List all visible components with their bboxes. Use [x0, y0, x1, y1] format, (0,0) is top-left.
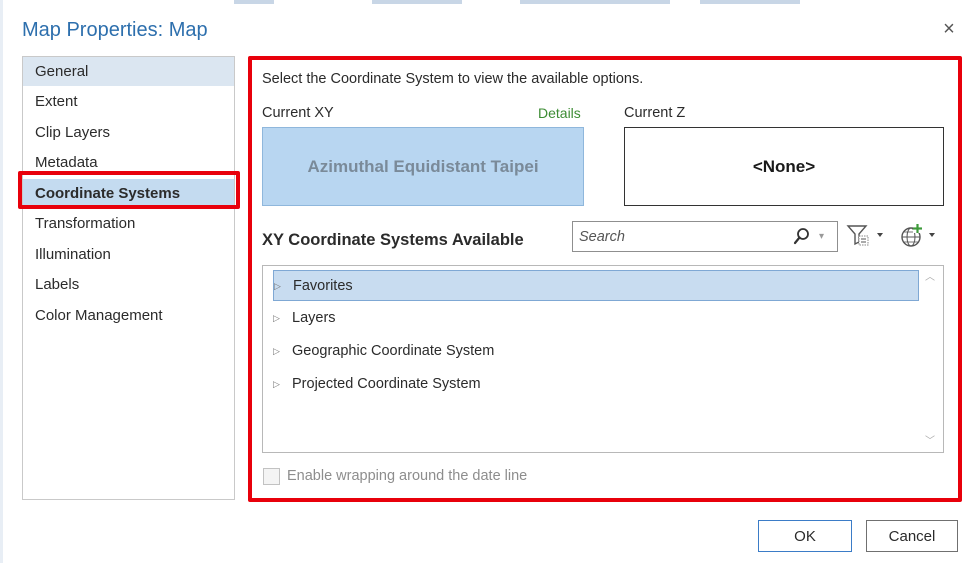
current-z-value: <None>	[752, 156, 816, 176]
nav-item-coordinate-systems[interactable]: Coordinate Systems	[23, 179, 234, 208]
tree-item-label: Layers	[292, 310, 336, 326]
nav-item-transformation[interactable]: Transformation	[23, 209, 234, 238]
filter-button[interactable]	[846, 222, 888, 250]
background-fragment	[234, 0, 274, 4]
nav-list: General Extent Clip Layers Metadata Coor…	[22, 56, 235, 500]
nav-item-clip-layers[interactable]: Clip Layers	[23, 118, 234, 147]
current-z-label: Current Z	[624, 105, 686, 121]
tree-item-projected[interactable]: ▷ Projected Coordinate System	[273, 369, 919, 400]
background-fragment	[700, 0, 800, 4]
wrap-dateline-label: Enable wrapping around the date line	[287, 468, 528, 484]
filter-icon	[846, 225, 883, 246]
nav-item-extent[interactable]: Extent	[23, 87, 234, 116]
background-fragment	[520, 0, 670, 4]
tree-item-label: Geographic Coordinate System	[292, 343, 495, 359]
expand-icon[interactable]: ▷	[273, 369, 285, 399]
current-xy-box[interactable]: Azimuthal Equidistant Taipei	[262, 127, 584, 206]
available-systems-title: XY Coordinate Systems Available	[262, 231, 524, 249]
expand-icon[interactable]: ▷	[273, 303, 285, 333]
panel-hint: Select the Coordinate System to view the…	[262, 71, 644, 87]
tree-item-layers[interactable]: ▷ Layers	[273, 303, 919, 334]
current-z-box[interactable]: <None>	[624, 127, 944, 206]
tree-item-favorites[interactable]: ▷ Favorites	[273, 270, 919, 301]
details-link[interactable]: Details	[538, 105, 581, 121]
close-icon: ×	[943, 18, 955, 40]
current-xy-value: Azimuthal Equidistant Taipei	[307, 156, 539, 176]
nav-item-labels[interactable]: Labels	[23, 270, 234, 299]
globe-add-icon	[901, 224, 935, 247]
wrap-dateline-checkbox[interactable]	[263, 468, 280, 485]
tree-item-geographic[interactable]: ▷ Geographic Coordinate System	[273, 336, 919, 367]
nav-item-illumination[interactable]: Illumination	[23, 240, 234, 269]
search-dropdown-icon[interactable]: ▾	[819, 231, 824, 242]
dialog-title: Map Properties: Map	[22, 19, 208, 41]
current-xy-label: Current XY	[262, 105, 334, 121]
scroll-up-arrow[interactable]: ︿	[919, 268, 941, 283]
scroll-down-arrow[interactable]: ﹀	[919, 432, 941, 447]
coordinate-system-tree[interactable]: ▷ Favorites ▷ Layers ▷ Geographic Coordi…	[262, 265, 944, 453]
nav-item-general[interactable]: General	[23, 57, 234, 86]
background-fragment	[372, 0, 462, 4]
search-box[interactable]: ▾	[572, 221, 838, 252]
magnifier-icon[interactable]	[793, 227, 811, 247]
expand-icon[interactable]: ▷	[273, 336, 285, 366]
window-edge	[0, 0, 3, 563]
expand-icon[interactable]: ▷	[274, 271, 286, 301]
nav-item-metadata[interactable]: Metadata	[23, 148, 234, 177]
tree-item-label: Projected Coordinate System	[292, 376, 481, 392]
ok-button[interactable]: OK	[758, 520, 852, 552]
top-strip	[0, 0, 963, 8]
cancel-button[interactable]: Cancel	[866, 520, 958, 552]
close-button[interactable]: ×	[938, 18, 960, 40]
add-coordinate-system-button[interactable]	[899, 222, 941, 250]
nav-item-color-management[interactable]: Color Management	[23, 301, 234, 330]
tree-item-label: Favorites	[293, 278, 353, 294]
search-input[interactable]	[579, 226, 784, 248]
